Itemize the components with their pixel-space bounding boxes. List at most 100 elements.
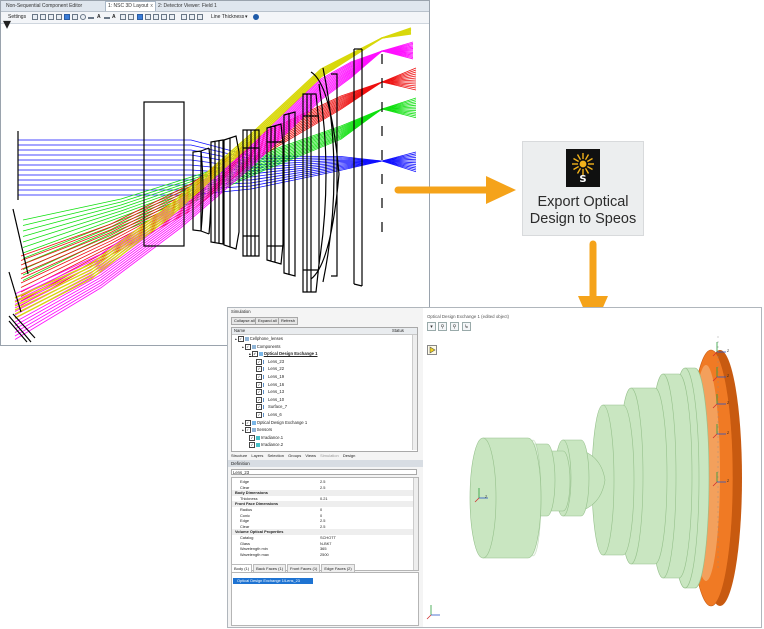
property-row[interactable]: Clear 2.5: [232, 524, 418, 529]
tree-item[interactable]: ✓ Irradiance.2: [249, 442, 283, 449]
visibility-checkbox[interactable]: ✓: [244, 419, 251, 426]
copy-icon[interactable]: [48, 14, 54, 20]
property-value[interactable]: 365: [320, 546, 327, 551]
visibility-checkbox[interactable]: ✓: [256, 358, 262, 365]
rectangle-tool-icon[interactable]: [72, 14, 78, 20]
arrow-text-tool-icon[interactable]: A: [112, 13, 116, 22]
tree-item[interactable]: ✓ Surface_7: [256, 404, 287, 411]
visibility-checkbox[interactable]: ✓: [244, 343, 251, 350]
rotate-icon[interactable]: [40, 14, 46, 20]
tree-item[interactable]: ✓ Irradiance.1: [249, 434, 283, 441]
help-icon[interactable]: [253, 14, 259, 20]
property-scrollbar[interactable]: [413, 478, 418, 570]
export-optical-design-to-speos-button[interactable]: S Export Optical Design to Speos: [522, 141, 644, 236]
tab-groups[interactable]: Groups: [288, 453, 301, 458]
grid-icon[interactable]: [120, 14, 126, 20]
tab-front-faces[interactable]: Front Faces (1): [287, 564, 321, 572]
property-value[interactable]: SCHOTT: [320, 535, 336, 540]
visibility-checkbox[interactable]: ✓: [256, 404, 262, 411]
property-row[interactable]: Conic 0: [232, 513, 418, 518]
property-value[interactable]: 0: [320, 513, 322, 518]
print-icon[interactable]: [56, 14, 62, 20]
tab-structure[interactable]: Structure: [231, 453, 247, 458]
visibility-checkbox[interactable]: ✓: [249, 442, 255, 449]
property-value[interactable]: 0.21: [320, 496, 328, 501]
visibility-checkbox[interactable]: ✓: [256, 412, 262, 418]
zoom-in-icon[interactable]: [145, 14, 151, 20]
list-item[interactable]: Optical Design Exchange 1/Lens_23: [233, 578, 313, 584]
property-row[interactable]: Catalog SCHOTT: [232, 535, 418, 540]
fit-icon[interactable]: [169, 14, 175, 20]
tree-item[interactable]: ▴ ✓ Optical Design Exchange 1: [249, 351, 318, 358]
property-row[interactable]: Wavelength max 2500: [232, 552, 418, 557]
property-value[interactable]: 2500: [320, 552, 329, 557]
tab-back-faces[interactable]: Back Faces (1): [253, 564, 287, 572]
property-row[interactable]: Wavelength min 365: [232, 546, 418, 551]
tree-item[interactable]: ✓ Lens_23: [256, 358, 284, 365]
tree-item[interactable]: ✓ Lens_13: [256, 389, 284, 396]
tab-body[interactable]: Body (1): [231, 564, 253, 572]
tab-design[interactable]: Design: [343, 453, 355, 458]
tree-item[interactable]: ✓ Lens_10: [256, 396, 284, 403]
export-icon[interactable]: [189, 14, 195, 20]
property-row[interactable]: Edge 2.5: [232, 518, 418, 523]
visibility-checkbox[interactable]: ✓: [256, 374, 262, 380]
dimension-tool-icon[interactable]: [104, 17, 110, 19]
property-row[interactable]: Volume Optical Properties: [232, 529, 418, 535]
property-row[interactable]: Clear 2.5: [232, 485, 418, 490]
property-row[interactable]: Glass N-BK7: [232, 541, 418, 546]
property-row[interactable]: Front Face Dimensions: [232, 501, 418, 507]
property-value[interactable]: 2.5: [320, 485, 325, 490]
tree-scrollbar[interactable]: [412, 335, 417, 450]
body-list[interactable]: Optical Design Exchange 1/Lens_23: [231, 572, 419, 626]
property-grid[interactable]: Edge 2.5 Clear 2.5 Body Dimensions Thickness 0…: [231, 477, 419, 571]
property-value[interactable]: 2.5: [320, 518, 325, 523]
chevron-down-icon[interactable]: ▾: [245, 13, 248, 22]
tree-item[interactable]: ▴ ✓ Sensors: [242, 427, 272, 434]
pointer-icon[interactable]: [64, 14, 70, 20]
settings-button[interactable]: Settings: [8, 13, 26, 22]
tab-simulation[interactable]: Simulation: [320, 453, 339, 458]
tree-item[interactable]: ✓ Lens_19: [256, 374, 284, 380]
zoom-out-icon[interactable]: [153, 14, 159, 20]
3d-viewport[interactable]: Optical Design Exchange 1 (edited object…: [423, 308, 761, 627]
tab-component-editor[interactable]: Non-Sequential Component Editor: [4, 2, 84, 10]
property-row[interactable]: Body Dimensions: [232, 490, 418, 496]
tree-item[interactable]: ▴ ✓ Cellphone_lenses: [235, 336, 283, 342]
tab-layers[interactable]: Layers: [251, 453, 263, 458]
visibility-checkbox[interactable]: ✓: [251, 351, 258, 358]
visibility-checkbox[interactable]: ✓: [256, 366, 262, 373]
property-row[interactable]: Radius 0: [232, 507, 418, 512]
property-value[interactable]: 0: [320, 507, 322, 512]
tree-item[interactable]: ✓ Lens_22: [256, 366, 284, 373]
tree-item[interactable]: ▴ ✓ Optical Design Exchange 1: [242, 419, 307, 426]
refresh-button[interactable]: Refresh: [278, 317, 299, 325]
refresh-icon[interactable]: [32, 14, 38, 20]
measure-icon[interactable]: [137, 14, 143, 20]
tab-views[interactable]: Views: [305, 453, 316, 458]
text-tool-icon[interactable]: A: [97, 13, 101, 22]
shapes-icon[interactable]: [128, 14, 134, 20]
line-tool-icon[interactable]: [88, 17, 94, 19]
chevron-down-icon[interactable]: ▾: [3, 14, 11, 33]
property-value[interactable]: 2.5: [320, 524, 325, 529]
property-value[interactable]: 2.5: [320, 479, 325, 484]
expand-all-button[interactable]: Expand all: [255, 317, 280, 325]
visibility-checkbox[interactable]: ✓: [256, 389, 262, 396]
nsc-3d-layout-view[interactable]: [1, 24, 429, 345]
line-thickness-dropdown[interactable]: Line Thickness: [211, 13, 244, 22]
visibility-checkbox[interactable]: ✓: [244, 427, 251, 434]
visibility-checkbox[interactable]: ✓: [237, 336, 244, 342]
property-value[interactable]: N-BK7: [320, 541, 331, 546]
property-row[interactable]: Thickness 0.21: [232, 496, 418, 501]
tree-item[interactable]: ✓ Lens_6: [256, 412, 282, 418]
pan-icon[interactable]: [161, 14, 167, 20]
tab-detector-viewer[interactable]: 2: Detector Viewer: Field 1: [156, 2, 219, 10]
tree-item[interactable]: ✓ Lens_16: [256, 381, 284, 388]
structure-tree[interactable]: Name Status ▴ ✓ Cellphone_lenses ▴ ✓ Compon…: [231, 327, 418, 452]
layout-icon[interactable]: [197, 14, 203, 20]
tab-selection[interactable]: Selection: [268, 453, 284, 458]
visibility-checkbox[interactable]: ✓: [249, 434, 255, 441]
ellipse-tool-icon[interactable]: [80, 14, 86, 20]
window-icon[interactable]: [181, 14, 187, 20]
